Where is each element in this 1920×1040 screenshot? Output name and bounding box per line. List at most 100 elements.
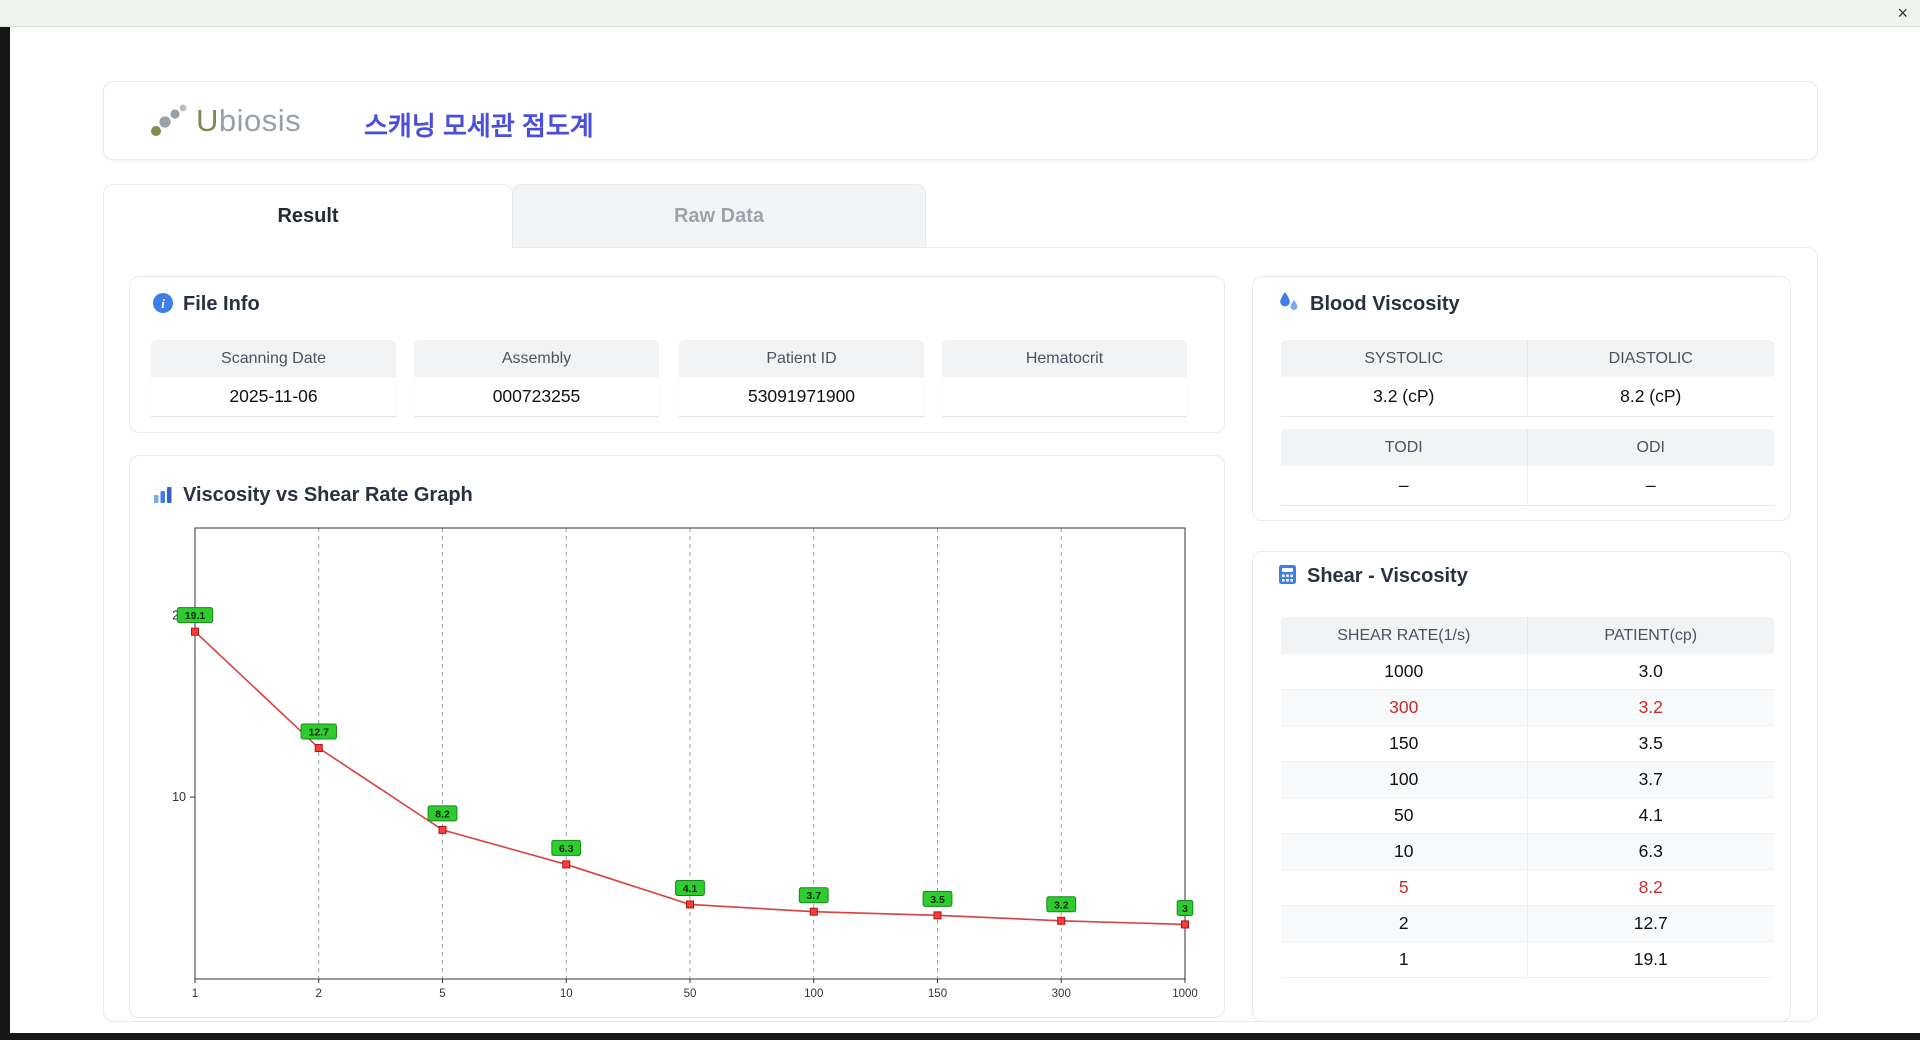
ubiosis-logo: Ubiosis (148, 100, 301, 142)
shear-viscosity-section: Shear - Viscosity SHEAR RATE(1/s) PATIENT… (1252, 551, 1791, 1022)
bv-value-row: 3.2 (cP) 8.2 (cP) (1281, 377, 1774, 417)
chart-shape (314, 744, 323, 753)
page-title: 스캐닝 모세관 점도계 (364, 111, 594, 141)
close-icon[interactable]: × (1897, 3, 1908, 23)
table-row: 1 19.1 (1281, 942, 1774, 978)
viscosity-chart-svg: 10201251050100150300100019.112.78.26.34.… (172, 527, 1198, 1000)
chart-shape (933, 911, 942, 920)
file-info-title: i File Info (153, 293, 260, 319)
patient-viscosity-cell: 3.7 (1638, 769, 1663, 789)
table-row: 5 8.2 (1281, 870, 1774, 906)
shear-rate-cell: 100 (1281, 762, 1528, 797)
bar-chart-icon (153, 486, 173, 510)
shear-viscosity-title: Shear - Viscosity (1278, 564, 1468, 591)
chart-text: 19.1 (185, 610, 206, 622)
chart-shape (809, 907, 818, 916)
field-value: 2025-11-06 (151, 377, 396, 417)
chart-text: 3.2 (1054, 899, 1069, 911)
chart-text: 3 (1182, 903, 1188, 915)
svg-text:i: i (161, 296, 165, 311)
patient-viscosity-cell: 4.1 (1638, 805, 1663, 825)
shear-column-header: PATIENT(cp) (1604, 626, 1698, 644)
tab-raw-data[interactable]: Raw Data (512, 184, 926, 247)
table-row: 1000 3.0 (1281, 654, 1774, 690)
shear-rate-cell: 300 (1281, 690, 1528, 725)
info-icon: i (153, 293, 173, 319)
patient-viscosity-cell: 19.1 (1633, 949, 1668, 969)
app-header: Ubiosis 스캐닝 모세관 점도계 (103, 81, 1818, 160)
chart-text: 100 (804, 988, 823, 1000)
chart-shape (438, 825, 447, 834)
patient-viscosity-cell: 6.3 (1638, 841, 1663, 861)
chart-text: 4.1 (683, 883, 698, 895)
field-value: 000723255 (414, 377, 659, 417)
chart-text: 10 (560, 988, 573, 1000)
shear-table-header: SHEAR RATE(1/s) PATIENT(cp) (1281, 617, 1774, 654)
file-info-section: i File Info Scanning Date 2025-11-06 Assem… (129, 276, 1225, 433)
shear-rate-cell: 1000 (1281, 654, 1528, 689)
field-label: Patient ID (679, 340, 924, 377)
field-label: Scanning Date (151, 340, 396, 377)
window-bottom-edge (0, 1033, 1920, 1040)
calculator-icon (1278, 564, 1297, 591)
table-row: 300 3.2 (1281, 690, 1774, 726)
logo-dots-icon (151, 104, 187, 136)
bv-value-cell: – (1645, 475, 1656, 495)
bv-value-row: – – (1281, 466, 1774, 506)
chart-text: 150 (928, 988, 947, 1000)
table-row: 150 3.5 (1281, 726, 1774, 762)
blood-viscosity-section: Blood Viscosity SYSTOLIC DIASTOLIC 3.2 (cP… (1252, 276, 1791, 521)
tab-result[interactable]: Result (103, 184, 513, 248)
chart-text: 3.7 (806, 890, 821, 902)
chart-shape (686, 900, 694, 909)
chart-text: 300 (1052, 988, 1071, 1000)
chart-text: 50 (684, 988, 697, 1000)
shear-viscosity-table: SHEAR RATE(1/s) PATIENT(cp) 1000 3.0 300 3.2… (1281, 617, 1774, 978)
field-value: 53091971900 (679, 377, 924, 417)
graph-title: Viscosity vs Shear Rate Graph (153, 484, 473, 510)
patient-viscosity-cell: 3.0 (1638, 661, 1663, 681)
shear-rate-cell: 150 (1281, 726, 1528, 761)
field-label: Hematocrit (942, 340, 1187, 377)
table-row: 10 6.3 (1281, 834, 1774, 870)
chart-text: 3.5 (930, 894, 945, 906)
patient-viscosity-cell: 3.5 (1638, 733, 1663, 753)
table-row: 50 4.1 (1281, 798, 1774, 834)
chart-shape (1181, 920, 1189, 929)
file-info-field: Hematocrit (942, 340, 1187, 417)
viscosity-chart: 10201251050100150300100019.112.78.26.34.… (141, 518, 1213, 1010)
chart-text: 1 (192, 988, 198, 1000)
patient-viscosity-cell: 3.2 (1638, 697, 1663, 717)
shear-table-rows: 1000 3.0 300 3.2 150 3.5 100 3.7 50 4.1 10 6.3 5 8.2 2… (1281, 654, 1774, 978)
shear-rate-cell: 50 (1281, 798, 1528, 833)
patient-viscosity-cell: 8.2 (1638, 877, 1663, 897)
file-info-field: Patient ID 53091971900 (679, 340, 924, 417)
chart-text: 10 (172, 790, 186, 804)
file-info-field: Assembly 000723255 (414, 340, 659, 417)
bv-header-cell: DIASTOLIC (1608, 349, 1693, 367)
chart-shape (562, 860, 571, 869)
shear-rate-cell: 2 (1281, 906, 1528, 941)
droplets-icon (1278, 291, 1300, 319)
bv-value-cell: – (1281, 466, 1528, 505)
chart-text: 8.2 (435, 808, 450, 820)
chart-text: 6.3 (559, 843, 574, 855)
bv-header-cell: ODI (1636, 438, 1665, 456)
patient-viscosity-cell: 12.7 (1633, 913, 1668, 933)
bv-value-cell: 3.2 (cP) (1281, 377, 1528, 416)
chart-text: 12.7 (309, 727, 330, 739)
table-row: 2 12.7 (1281, 906, 1774, 942)
field-label: Assembly (414, 340, 659, 377)
window-left-edge (0, 27, 10, 1033)
logo-text: Ubiosis (196, 103, 302, 138)
bv-header-row: TODI ODI (1281, 429, 1774, 466)
window-titlebar: × (0, 0, 1920, 27)
bv-header-cell: TODI (1281, 429, 1528, 466)
shear-rate-cell: 5 (1281, 870, 1528, 905)
chart-shape (191, 627, 199, 636)
field-value (942, 377, 1187, 417)
shear-rate-cell: 1 (1281, 942, 1528, 977)
bv-header-row: SYSTOLIC DIASTOLIC (1281, 340, 1774, 377)
bv-header-cell: SYSTOLIC (1281, 340, 1528, 377)
chart-shape (1057, 916, 1066, 925)
